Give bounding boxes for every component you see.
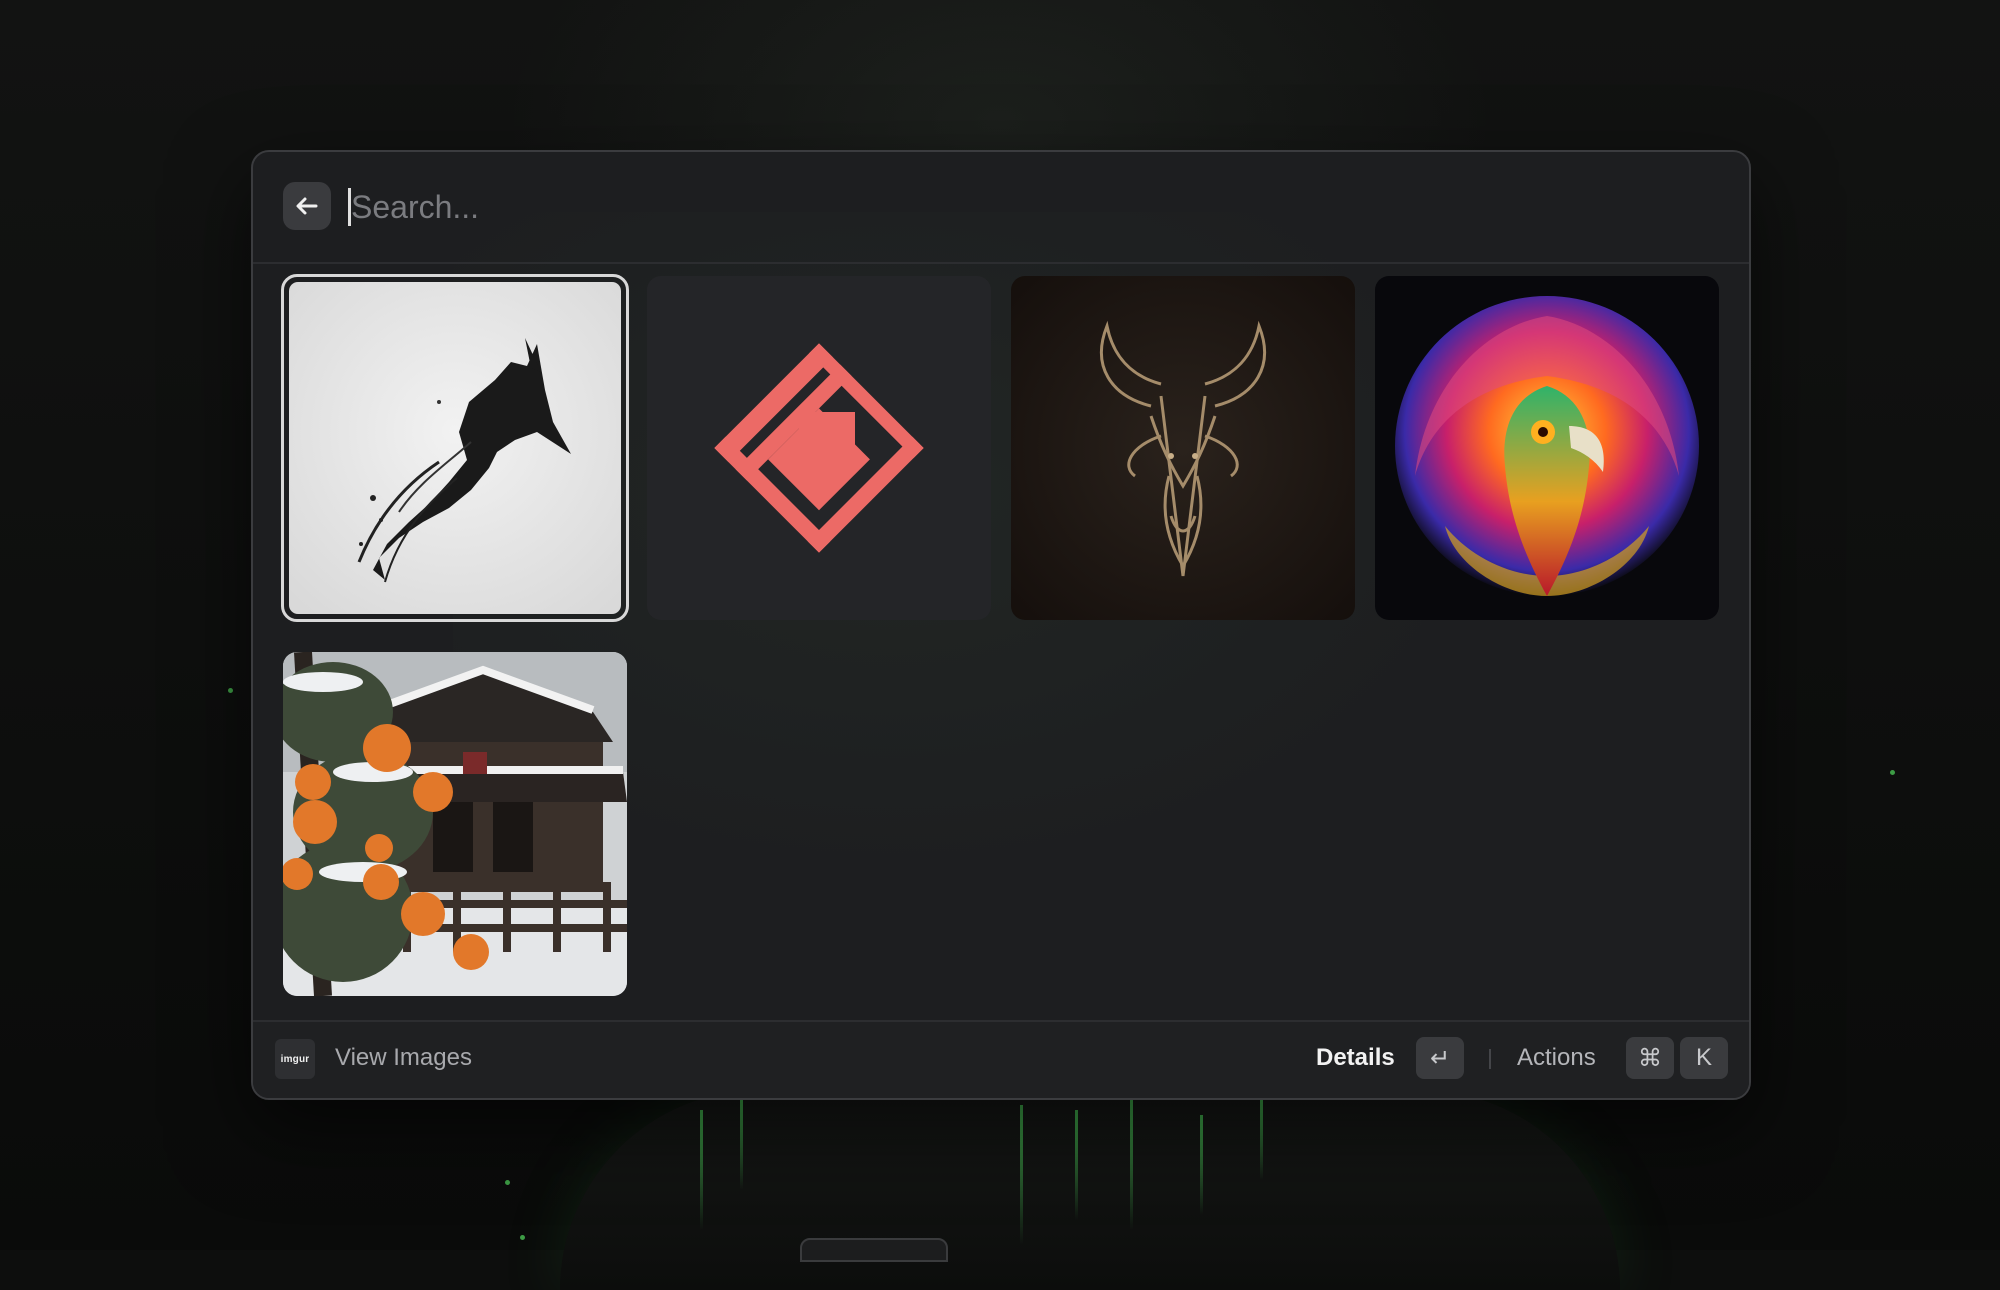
wallpaper-speck [1890, 770, 1895, 775]
diamond-logo-image [647, 276, 991, 620]
wallpaper-rain-streak [1130, 1100, 1133, 1230]
wallpaper-rain-streak [1260, 1100, 1263, 1180]
wallpaper-rain-streak [1020, 1105, 1023, 1245]
grid-item-diamond-logo[interactable] [647, 276, 991, 620]
arrow-left-icon [296, 197, 318, 215]
grid-item-phoenix[interactable] [1375, 276, 1719, 620]
back-button[interactable] [283, 182, 331, 230]
enter-key-icon: ↵ [1416, 1037, 1464, 1079]
wallpaper-speck [505, 1180, 510, 1185]
wallpaper-speck [228, 688, 233, 693]
wallpaper-speck [520, 1235, 525, 1240]
k-key-icon: K [1680, 1037, 1728, 1079]
image-browser-window: imgur View Images Details ↵ Actions ⌘ K [251, 150, 1751, 1100]
wallpaper-rain-streak [700, 1110, 703, 1230]
grid-item-fox[interactable] [281, 274, 629, 622]
wallpaper-rain-streak [1075, 1110, 1078, 1220]
search-input[interactable] [349, 180, 1653, 234]
wallpaper-rain-streak [740, 1100, 743, 1190]
command-key-icon: ⌘ [1626, 1037, 1674, 1079]
fox-ink-image [289, 282, 621, 614]
footer-title: View Images [335, 1044, 472, 1071]
footer-separator [1489, 1049, 1491, 1069]
wallpaper-rain-streak [1200, 1115, 1203, 1215]
snowy-orange-tree-image [283, 652, 627, 996]
action-bar: imgur View Images Details ↵ Actions ⌘ K [253, 1020, 1749, 1098]
grid-item-stag[interactable] [1011, 276, 1355, 620]
dock-tab [800, 1238, 948, 1262]
details-button[interactable]: Details [1316, 1044, 1395, 1072]
wallpaper-hooded-figure [560, 1090, 1620, 1290]
search-bar [253, 152, 1749, 264]
actions-button[interactable]: Actions [1517, 1044, 1596, 1072]
phoenix-image [1375, 276, 1719, 620]
stag-emblem-image [1011, 276, 1355, 620]
imgur-icon: imgur [275, 1039, 315, 1079]
grid-item-snowy-oranges[interactable] [283, 652, 627, 996]
